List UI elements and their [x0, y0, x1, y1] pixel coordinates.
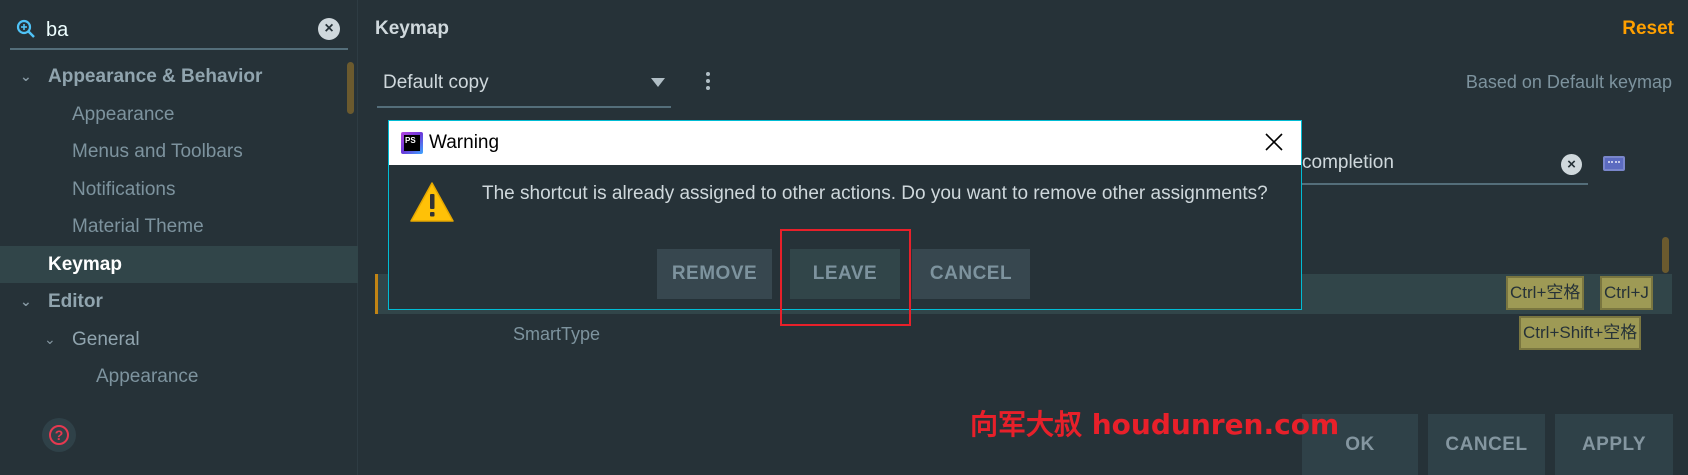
keymap-select-value: Default copy	[383, 72, 489, 93]
more-options-icon[interactable]	[703, 70, 713, 94]
action-filter[interactable]: completion ×	[1294, 148, 1588, 185]
actions-scrollbar[interactable]	[1662, 237, 1669, 273]
watermark-text: 向军大叔 houdunren.com	[970, 408, 1340, 441]
dropdown-arrow-icon	[651, 78, 665, 87]
settings-sidebar: × ⌄ Appearance & Behavior Appearance Men…	[0, 0, 358, 475]
tree-item-label: Material Theme	[72, 216, 204, 237]
shortcut-badge: Ctrl+J	[1600, 276, 1653, 310]
shortcut-badge: Ctrl+Shift+空格	[1519, 316, 1642, 350]
tree-item-label: Keymap	[48, 253, 122, 275]
tree-item-general[interactable]: ⌄ General	[0, 321, 358, 359]
tree-item-label: General	[72, 328, 140, 350]
dialog-cancel-button[interactable]: CANCEL	[912, 249, 1030, 299]
page-title: Keymap	[375, 18, 449, 39]
action-label-smarttype: SmartType	[513, 324, 601, 344]
reset-link[interactable]: Reset	[1622, 18, 1674, 40]
tree-item-editor[interactable]: ⌄ Editor	[0, 283, 358, 321]
tree-item-appearance[interactable]: Appearance	[0, 96, 358, 134]
find-by-shortcut-icon[interactable]	[1603, 156, 1625, 171]
keymap-select[interactable]: Default copy	[377, 64, 671, 108]
settings-search[interactable]: ×	[10, 10, 348, 50]
action-filter-input[interactable]: completion	[1302, 152, 1394, 174]
tree-item-label: Menus and Toolbars	[72, 141, 243, 162]
chevron-down-icon[interactable]: ⌄	[44, 321, 56, 359]
help-icon: ?	[49, 425, 69, 445]
remove-button[interactable]: REMOVE	[657, 249, 772, 299]
cancel-button[interactable]: CANCEL	[1428, 414, 1545, 475]
sidebar-scrollbar[interactable]	[347, 62, 354, 114]
settings-tree: ⌄ Appearance & Behavior Appearance Menus…	[0, 58, 358, 396]
tree-item-appearance-behavior[interactable]: ⌄ Appearance & Behavior	[0, 58, 358, 96]
tree-item-label: Appearance	[72, 103, 175, 125]
highlight-annotation-box	[780, 229, 911, 326]
tree-item-notifications[interactable]: Notifications	[0, 171, 358, 209]
tree-item-editor-appearance[interactable]: Appearance	[0, 358, 358, 396]
clear-search-icon[interactable]: ×	[318, 18, 340, 40]
based-on-label: Based on Default keymap	[1465, 72, 1672, 92]
tree-item-menus-toolbars[interactable]: Menus and Toolbars	[0, 133, 358, 171]
dialog-title: Warning	[429, 132, 500, 153]
tree-item-label: Appearance	[96, 366, 199, 387]
app-badge-text: PS	[404, 135, 420, 151]
tree-item-material-theme[interactable]: Material Theme	[0, 208, 358, 246]
phpstorm-logo-icon: PS	[401, 132, 423, 154]
apply-button[interactable]: APPLY	[1555, 414, 1673, 475]
tree-item-keymap[interactable]: Keymap	[0, 245, 358, 283]
tree-item-label: Appearance & Behavior	[48, 66, 263, 87]
warning-icon	[410, 182, 454, 222]
tree-item-label: Notifications	[72, 178, 176, 200]
tree-item-label: Editor	[48, 291, 103, 312]
help-button[interactable]: ?	[42, 418, 76, 452]
row-marker	[375, 274, 378, 314]
clear-filter-icon[interactable]: ×	[1561, 154, 1582, 175]
chevron-down-icon[interactable]: ⌄	[20, 283, 32, 321]
dialog-titlebar[interactable]: PS Warning	[389, 121, 1301, 165]
search-input[interactable]	[46, 16, 306, 44]
dialog-message: The shortcut is already assigned to othe…	[482, 183, 1268, 204]
shortcut-badge: Ctrl+空格	[1506, 276, 1585, 310]
search-icon	[16, 19, 35, 38]
chevron-down-icon[interactable]: ⌄	[20, 58, 32, 96]
close-icon[interactable]	[1261, 129, 1287, 155]
